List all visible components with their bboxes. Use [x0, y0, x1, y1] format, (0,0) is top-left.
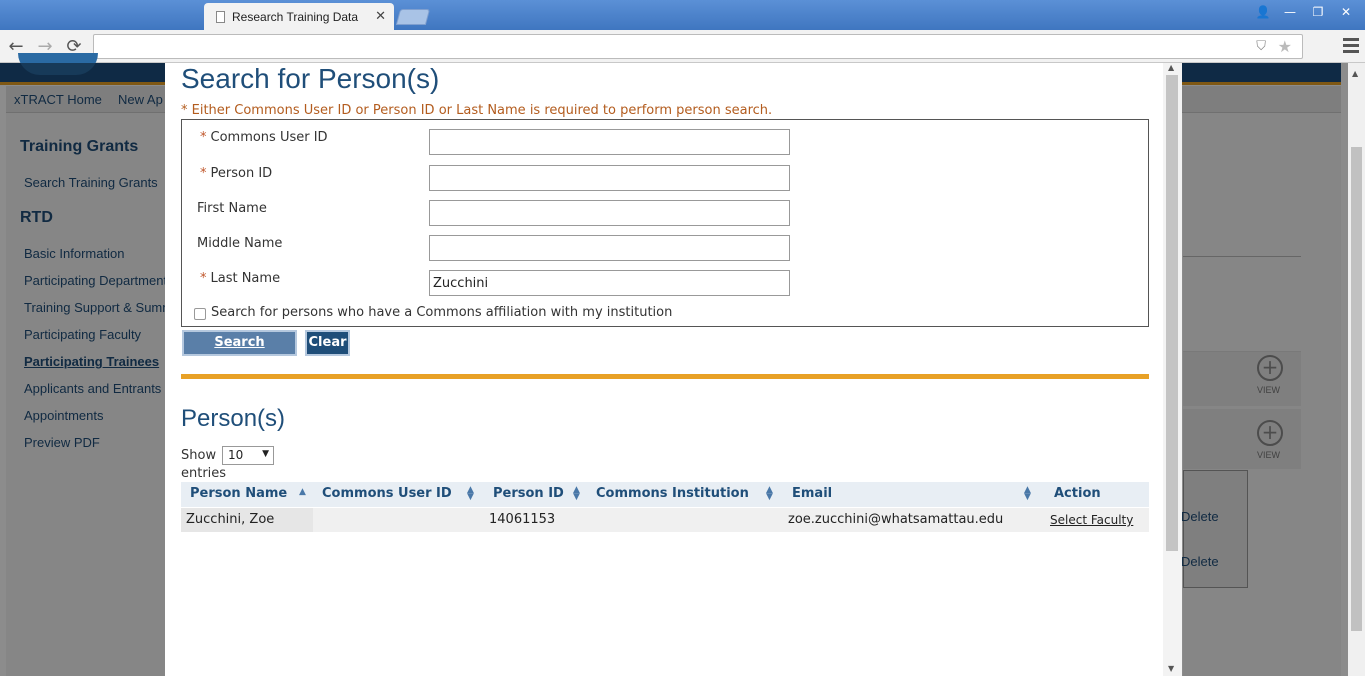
sort-ascending-icon[interactable]: ▲ — [299, 488, 306, 497]
section-divider — [181, 374, 1149, 379]
select-faculty-link[interactable]: Select Faculty — [1050, 513, 1133, 527]
scroll-up-arrow-icon[interactable]: ▲ — [1352, 69, 1358, 78]
commons-user-id-label: * Commons User ID — [200, 130, 328, 145]
window-controls: 👤 — ❐ ✕ — [1251, 2, 1359, 22]
new-tab-button[interactable] — [395, 9, 431, 25]
affiliation-checkbox[interactable] — [194, 308, 206, 320]
shield-icon[interactable]: ⛉ — [1256, 39, 1266, 54]
cell-person-name: Zucchini, Zoe — [186, 512, 275, 527]
last-name-label: * Last Name — [200, 271, 281, 286]
first-name-label: First Name — [197, 201, 267, 216]
dialog-scrollbar[interactable]: ▲ ▼ — [1163, 63, 1182, 676]
address-bar[interactable]: ⛉ ★ — [93, 34, 1303, 59]
clear-button[interactable]: Clear — [305, 330, 350, 356]
tab-title: Research Training Data — [232, 10, 359, 24]
search-form: * Commons User ID * Person ID First Name M… — [181, 119, 1149, 327]
browser-titlebar: Research Training Data ✕ 👤 — ❐ ✕ — [0, 0, 1365, 30]
minimize-button[interactable]: — — [1277, 2, 1303, 22]
page-size-value: 10 — [228, 448, 244, 462]
sort-icon[interactable]: ▲ ▼ — [766, 486, 773, 502]
person-id-label: * Person ID — [200, 166, 273, 181]
page-scrollbar-thumb[interactable] — [1351, 147, 1362, 631]
person-id-field[interactable] — [429, 165, 790, 191]
page-size-select[interactable]: 10 ▼ — [222, 446, 274, 465]
table-row: Zucchini, Zoe 14061153 zoe.zucchini@what… — [181, 508, 1149, 532]
show-label: Show — [181, 448, 217, 463]
sort-icon[interactable]: ▲ ▼ — [1024, 486, 1031, 502]
required-fields-note: * Either Commons User ID or Person ID or… — [181, 103, 773, 118]
commons-user-id-field[interactable] — [429, 129, 790, 155]
affiliation-checkbox-label: Search for persons who have a Commons af… — [211, 305, 673, 320]
sort-icon[interactable]: ▲ ▼ — [467, 486, 474, 502]
scroll-down-arrow-icon[interactable]: ▼ — [1168, 664, 1174, 673]
search-person-dialog: Search for Person(s) * Either Commons Us… — [165, 63, 1182, 676]
bookmark-star-icon[interactable]: ★ — [1278, 37, 1292, 56]
user-profile-icon[interactable]: 👤 — [1251, 2, 1275, 22]
browser-menu-icon[interactable] — [1343, 38, 1359, 54]
tab-close-icon[interactable]: ✕ — [375, 8, 386, 24]
cell-person-id: 14061153 — [489, 512, 556, 527]
cell-email: zoe.zucchini@whatsamattau.edu — [788, 512, 1004, 527]
restore-button[interactable]: ❐ — [1305, 2, 1331, 22]
column-header-commons-user-id[interactable]: Commons User ID — [322, 486, 452, 501]
browser-tab[interactable]: Research Training Data ✕ — [204, 3, 394, 30]
page-scrollbar[interactable]: ▲ — [1348, 63, 1365, 676]
middle-name-field[interactable] — [429, 235, 790, 261]
column-header-person-id[interactable]: Person ID — [493, 486, 564, 501]
column-header-commons-institution[interactable]: Commons Institution — [596, 486, 749, 501]
window-close-button[interactable]: ✕ — [1333, 2, 1359, 22]
search-persons-button[interactable]: Search Persons — [182, 330, 297, 372]
column-header-email[interactable]: Email — [792, 486, 832, 501]
column-header-action: Action — [1054, 486, 1101, 501]
results-table-header: Person Name ▲ Commons User ID ▲ ▼ Person … — [181, 482, 1149, 507]
results-title: Person(s) — [181, 405, 286, 432]
document-icon — [216, 11, 225, 23]
scroll-up-arrow-icon[interactable]: ▲ — [1168, 63, 1174, 72]
sort-icon[interactable]: ▲ ▼ — [573, 486, 580, 502]
browser-toolbar: ← → ⟳ ⛉ ★ — [0, 30, 1365, 63]
middle-name-label: Middle Name — [197, 236, 283, 251]
entries-label: entries — [181, 466, 227, 481]
dialog-scrollbar-thumb[interactable] — [1166, 75, 1178, 551]
first-name-field[interactable] — [429, 200, 790, 226]
column-header-person-name[interactable]: Person Name — [190, 486, 287, 501]
dropdown-caret-icon: ▼ — [262, 449, 269, 459]
last-name-field[interactable] — [429, 270, 790, 296]
dialog-title: Search for Person(s) — [181, 63, 440, 94]
